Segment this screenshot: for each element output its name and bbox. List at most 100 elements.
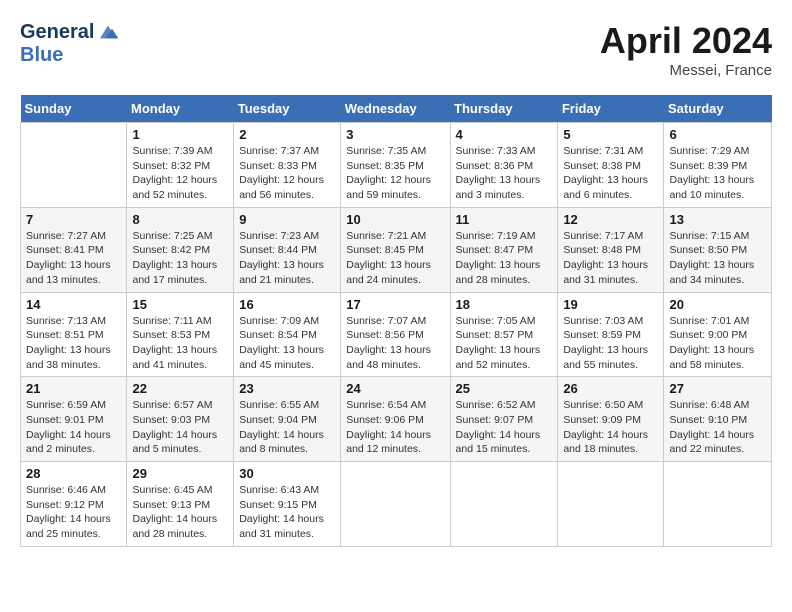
calendar-cell: 2 Sunrise: 7:37 AM Sunset: 8:33 PM Daylig… xyxy=(234,123,341,208)
day-number: 4 xyxy=(456,127,553,142)
day-number: 8 xyxy=(132,212,228,227)
day-info: Sunrise: 7:03 AM Sunset: 8:59 PM Dayligh… xyxy=(563,314,658,373)
calendar-cell: 18Sunrise: 7:05 AM Sunset: 8:57 PM Dayli… xyxy=(450,292,558,377)
day-number: 12 xyxy=(563,212,658,227)
calendar-cell xyxy=(21,123,127,208)
day-number: 11 xyxy=(456,212,553,227)
logo-icon xyxy=(96,20,120,44)
day-info: Sunrise: 7:15 AM Sunset: 8:50 PM Dayligh… xyxy=(669,229,766,288)
calendar-week-3: 14Sunrise: 7:13 AM Sunset: 8:51 PM Dayli… xyxy=(21,292,772,377)
title-block: April 2024 Messei, France xyxy=(600,20,772,79)
day-info: Sunrise: 6:52 AM Sunset: 9:07 PM Dayligh… xyxy=(456,398,553,457)
location-subtitle: Messei, France xyxy=(600,62,772,79)
calendar-week-5: 28 Sunrise: 6:46 AM Sunset: 9:12 PM Dayli… xyxy=(21,462,772,547)
calendar-cell: 10 Sunrise: 7:21 AM Sunset: 8:45 PM Dayli… xyxy=(341,207,450,292)
calendar-cell: 23 Sunrise: 6:55 AM Sunset: 9:04 PM Dayli… xyxy=(234,377,341,462)
day-number: 22 xyxy=(132,381,228,396)
logo-text: General xyxy=(20,21,94,43)
day-header-thursday: Thursday xyxy=(450,95,558,123)
day-header-monday: Monday xyxy=(127,95,234,123)
day-info: Sunrise: 6:43 AM Sunset: 9:15 PM Dayligh… xyxy=(239,483,335,542)
calendar-cell: 24Sunrise: 6:54 AM Sunset: 9:06 PM Dayli… xyxy=(341,377,450,462)
calendar-cell: 28 Sunrise: 6:46 AM Sunset: 9:12 PM Dayli… xyxy=(21,462,127,547)
calendar-cell: 7 Sunrise: 7:27 AM Sunset: 8:41 PM Daylig… xyxy=(21,207,127,292)
day-info: Sunrise: 7:01 AM Sunset: 9:00 PM Dayligh… xyxy=(669,314,766,373)
day-info: Sunrise: 7:21 AM Sunset: 8:45 PM Dayligh… xyxy=(346,229,444,288)
day-info: Sunrise: 7:05 AM Sunset: 8:57 PM Dayligh… xyxy=(456,314,553,373)
calendar-cell: 15 Sunrise: 7:11 AM Sunset: 8:53 PM Dayli… xyxy=(127,292,234,377)
day-number: 27 xyxy=(669,381,766,396)
day-info: Sunrise: 7:35 AM Sunset: 8:35 PM Dayligh… xyxy=(346,144,444,203)
day-number: 5 xyxy=(563,127,658,142)
day-number: 25 xyxy=(456,381,553,396)
day-number: 2 xyxy=(239,127,335,142)
day-number: 23 xyxy=(239,381,335,396)
calendar-cell: 5 Sunrise: 7:31 AM Sunset: 8:38 PM Daylig… xyxy=(558,123,664,208)
day-number: 21 xyxy=(26,381,121,396)
calendar-table: SundayMondayTuesdayWednesdayThursdayFrid… xyxy=(20,95,772,547)
calendar-header-row: SundayMondayTuesdayWednesdayThursdayFrid… xyxy=(21,95,772,123)
calendar-cell: 1 Sunrise: 7:39 AM Sunset: 8:32 PM Daylig… xyxy=(127,123,234,208)
day-number: 9 xyxy=(239,212,335,227)
logo-blue: Blue xyxy=(20,44,63,66)
day-info: Sunrise: 7:23 AM Sunset: 8:44 PM Dayligh… xyxy=(239,229,335,288)
day-number: 1 xyxy=(132,127,228,142)
day-info: Sunrise: 7:39 AM Sunset: 8:32 PM Dayligh… xyxy=(132,144,228,203)
day-info: Sunrise: 7:29 AM Sunset: 8:39 PM Dayligh… xyxy=(669,144,766,203)
calendar-cell: 19 Sunrise: 7:03 AM Sunset: 8:59 PM Dayli… xyxy=(558,292,664,377)
calendar-cell: 26 Sunrise: 6:50 AM Sunset: 9:09 PM Dayli… xyxy=(558,377,664,462)
day-number: 16 xyxy=(239,297,335,312)
day-info: Sunrise: 7:07 AM Sunset: 8:56 PM Dayligh… xyxy=(346,314,444,373)
calendar-cell: 3 Sunrise: 7:35 AM Sunset: 8:35 PM Daylig… xyxy=(341,123,450,208)
day-number: 15 xyxy=(132,297,228,312)
calendar-cell: 14Sunrise: 7:13 AM Sunset: 8:51 PM Dayli… xyxy=(21,292,127,377)
day-info: Sunrise: 7:33 AM Sunset: 8:36 PM Dayligh… xyxy=(456,144,553,203)
logo: General Blue xyxy=(20,20,120,66)
day-info: Sunrise: 7:31 AM Sunset: 8:38 PM Dayligh… xyxy=(563,144,658,203)
day-info: Sunrise: 7:11 AM Sunset: 8:53 PM Dayligh… xyxy=(132,314,228,373)
day-info: Sunrise: 6:55 AM Sunset: 9:04 PM Dayligh… xyxy=(239,398,335,457)
calendar-cell xyxy=(558,462,664,547)
calendar-cell xyxy=(664,462,772,547)
calendar-cell xyxy=(450,462,558,547)
day-number: 30 xyxy=(239,466,335,481)
calendar-cell: 8 Sunrise: 7:25 AM Sunset: 8:42 PM Daylig… xyxy=(127,207,234,292)
calendar-cell: 16Sunrise: 7:09 AM Sunset: 8:54 PM Dayli… xyxy=(234,292,341,377)
day-number: 17 xyxy=(346,297,444,312)
day-info: Sunrise: 7:27 AM Sunset: 8:41 PM Dayligh… xyxy=(26,229,121,288)
day-number: 29 xyxy=(132,466,228,481)
day-header-tuesday: Tuesday xyxy=(234,95,341,123)
calendar-cell: 20Sunrise: 7:01 AM Sunset: 9:00 PM Dayli… xyxy=(664,292,772,377)
day-info: Sunrise: 7:37 AM Sunset: 8:33 PM Dayligh… xyxy=(239,144,335,203)
day-number: 28 xyxy=(26,466,121,481)
day-header-saturday: Saturday xyxy=(664,95,772,123)
day-info: Sunrise: 6:50 AM Sunset: 9:09 PM Dayligh… xyxy=(563,398,658,457)
day-number: 13 xyxy=(669,212,766,227)
day-info: Sunrise: 7:17 AM Sunset: 8:48 PM Dayligh… xyxy=(563,229,658,288)
calendar-body: 1 Sunrise: 7:39 AM Sunset: 8:32 PM Daylig… xyxy=(21,123,772,547)
day-number: 7 xyxy=(26,212,121,227)
calendar-week-1: 1 Sunrise: 7:39 AM Sunset: 8:32 PM Daylig… xyxy=(21,123,772,208)
calendar-cell: 4 Sunrise: 7:33 AM Sunset: 8:36 PM Daylig… xyxy=(450,123,558,208)
day-info: Sunrise: 7:19 AM Sunset: 8:47 PM Dayligh… xyxy=(456,229,553,288)
calendar-cell: 9 Sunrise: 7:23 AM Sunset: 8:44 PM Daylig… xyxy=(234,207,341,292)
calendar-cell: 12 Sunrise: 7:17 AM Sunset: 8:48 PM Dayli… xyxy=(558,207,664,292)
calendar-week-4: 21Sunrise: 6:59 AM Sunset: 9:01 PM Dayli… xyxy=(21,377,772,462)
calendar-cell: 27 Sunrise: 6:48 AM Sunset: 9:10 PM Dayli… xyxy=(664,377,772,462)
day-number: 26 xyxy=(563,381,658,396)
calendar-cell: 6 Sunrise: 7:29 AM Sunset: 8:39 PM Daylig… xyxy=(664,123,772,208)
calendar-cell: 11 Sunrise: 7:19 AM Sunset: 8:47 PM Dayli… xyxy=(450,207,558,292)
day-number: 6 xyxy=(669,127,766,142)
calendar-week-2: 7 Sunrise: 7:27 AM Sunset: 8:41 PM Daylig… xyxy=(21,207,772,292)
day-header-friday: Friday xyxy=(558,95,664,123)
day-number: 19 xyxy=(563,297,658,312)
day-info: Sunrise: 6:48 AM Sunset: 9:10 PM Dayligh… xyxy=(669,398,766,457)
day-number: 3 xyxy=(346,127,444,142)
day-info: Sunrise: 6:57 AM Sunset: 9:03 PM Dayligh… xyxy=(132,398,228,457)
day-info: Sunrise: 6:46 AM Sunset: 9:12 PM Dayligh… xyxy=(26,483,121,542)
day-info: Sunrise: 7:25 AM Sunset: 8:42 PM Dayligh… xyxy=(132,229,228,288)
day-number: 24 xyxy=(346,381,444,396)
calendar-cell: 17 Sunrise: 7:07 AM Sunset: 8:56 PM Dayli… xyxy=(341,292,450,377)
calendar-cell: 21Sunrise: 6:59 AM Sunset: 9:01 PM Dayli… xyxy=(21,377,127,462)
day-number: 10 xyxy=(346,212,444,227)
